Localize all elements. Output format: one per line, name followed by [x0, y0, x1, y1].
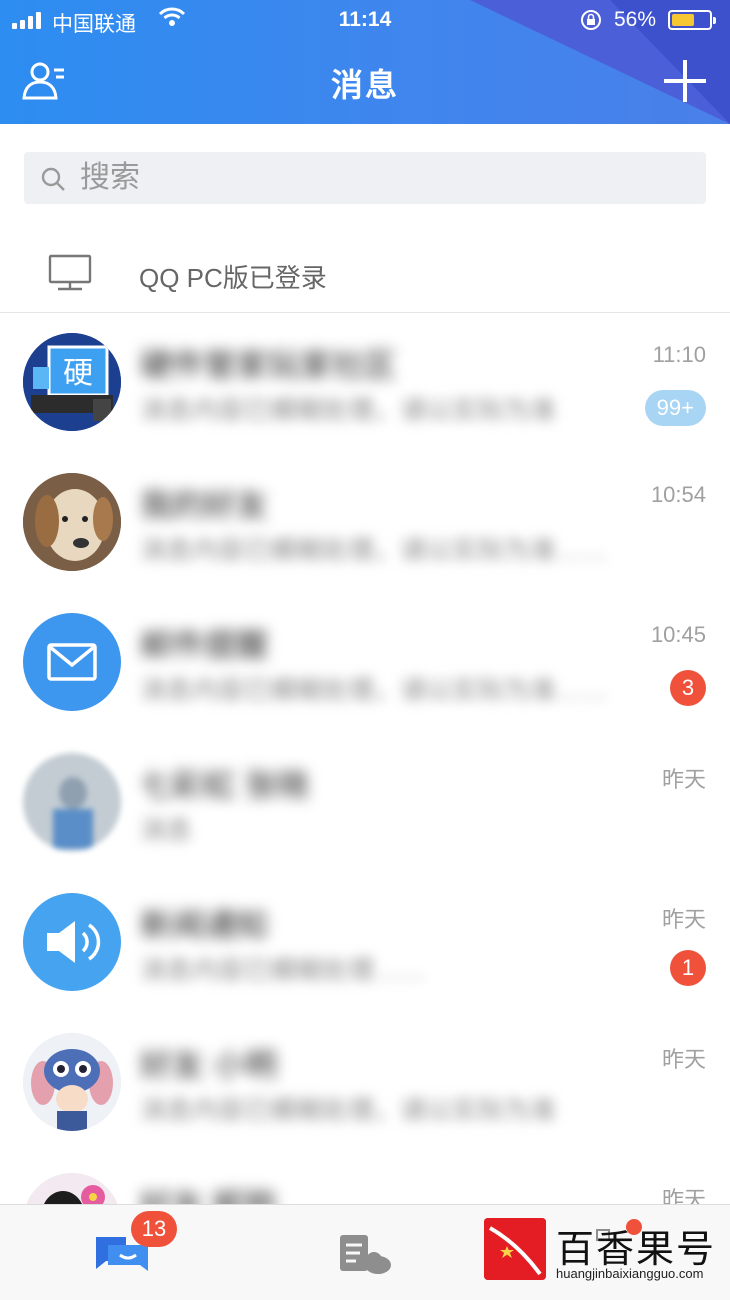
watermark-title: 百香果号: [556, 1227, 717, 1271]
tab-feed[interactable]: [338, 1233, 392, 1275]
battery-icon: [668, 10, 716, 30]
watermark: 百香果号 huangjinbaixiangguo.com: [484, 1216, 724, 1292]
conversation-time: 10:54: [650, 482, 706, 507]
list-item[interactable]: 好友 昵称 昨天: [0, 1152, 730, 1204]
conversation-name: 邮件提醒: [140, 627, 269, 663]
orientation-lock-icon: [579, 8, 603, 38]
add-icon[interactable]: [664, 60, 706, 102]
conversation-preview: 消息内容已模糊处理，请以实际为准……: [140, 675, 609, 705]
conversation-list[interactable]: 硬 硬件管家玩家社区 消息内容已模糊处理，请以实际为准 11:10 99+ 我的…: [0, 312, 730, 1204]
battery-percentage: 56%: [614, 8, 657, 31]
conversation-name: 硬件管家玩家社区: [140, 347, 397, 383]
conversation-preview: 消息内容已模糊处理，请以实际为准……: [140, 535, 609, 565]
watermark-logo: [484, 1218, 546, 1280]
conversation-preview: 消息内容已模糊处理，请以实际为准: [140, 395, 557, 425]
computer-avatar: 硬: [23, 333, 121, 431]
photo-avatar: [23, 753, 121, 851]
header: 中国联通 11:14 56% 消息: [0, 0, 730, 124]
conversation-preview: 消息内容已模糊处理，请以实际为准: [140, 1095, 557, 1125]
conversation-time: 昨天: [661, 1047, 706, 1072]
status-bar: 中国联通 11:14 56%: [0, 0, 730, 40]
watermark-url: huangjinbaixiangguo.com: [556, 1266, 704, 1281]
monitor-icon: [48, 254, 92, 297]
conversation-name: 新闻通知: [140, 907, 269, 943]
list-item[interactable]: 新闻通知 消息内容已模糊处理…… 昨天 1: [0, 872, 730, 1012]
list-item[interactable]: 好友 小明 消息内容已模糊处理，请以实际为准 昨天: [0, 1012, 730, 1152]
conversation-time: 昨天: [661, 907, 706, 932]
pc-login-label: QQ PC版已登录: [139, 263, 327, 293]
search-bar[interactable]: [24, 152, 706, 204]
dog-avatar: [23, 473, 121, 571]
page-title: 消息: [330, 67, 399, 103]
list-item[interactable]: 硬 硬件管家玩家社区 消息内容已模糊处理，请以实际为准 11:10 99+: [0, 312, 730, 452]
conversation-time: 11:10: [652, 342, 706, 367]
conversation-name: 好友 昵称: [140, 1180, 277, 1204]
search-input[interactable]: [80, 152, 680, 204]
penguin-avatar: [23, 1173, 121, 1204]
messages-unread-badge: 13: [131, 1211, 177, 1247]
conversation-time: 10:45: [650, 622, 706, 647]
conversation-time: 昨天: [661, 1187, 706, 1204]
cartoon-avatar: [23, 1033, 121, 1131]
speaker-avatar: [23, 893, 121, 991]
list-item[interactable]: 邮件提醒 消息内容已模糊处理，请以实际为准…… 10:45 3: [0, 592, 730, 732]
conversation-name: 我的好友: [140, 487, 269, 523]
pc-login-row[interactable]: QQ PC版已登录: [0, 236, 730, 313]
svg-text:硬: 硬: [63, 356, 93, 391]
feed-icon: [340, 1235, 391, 1274]
conversation-preview: 消息: [140, 815, 193, 845]
search-icon: [40, 166, 66, 197]
unread-badge: 99+: [644, 390, 706, 426]
conversation-name: 七彩虹 张晓: [140, 767, 309, 803]
conversation-time: 昨天: [661, 767, 706, 792]
mail-avatar: [23, 613, 121, 711]
list-item[interactable]: 我的好友 消息内容已模糊处理，请以实际为准…… 10:54: [0, 452, 730, 592]
conversation-preview: 消息内容已模糊处理……: [140, 955, 427, 985]
unread-badge: 3: [670, 670, 706, 706]
list-item[interactable]: 七彩虹 张晓 消息 昨天: [0, 732, 730, 872]
unread-badge: 1: [670, 950, 706, 986]
conversation-name: 好友 小明: [140, 1047, 277, 1083]
